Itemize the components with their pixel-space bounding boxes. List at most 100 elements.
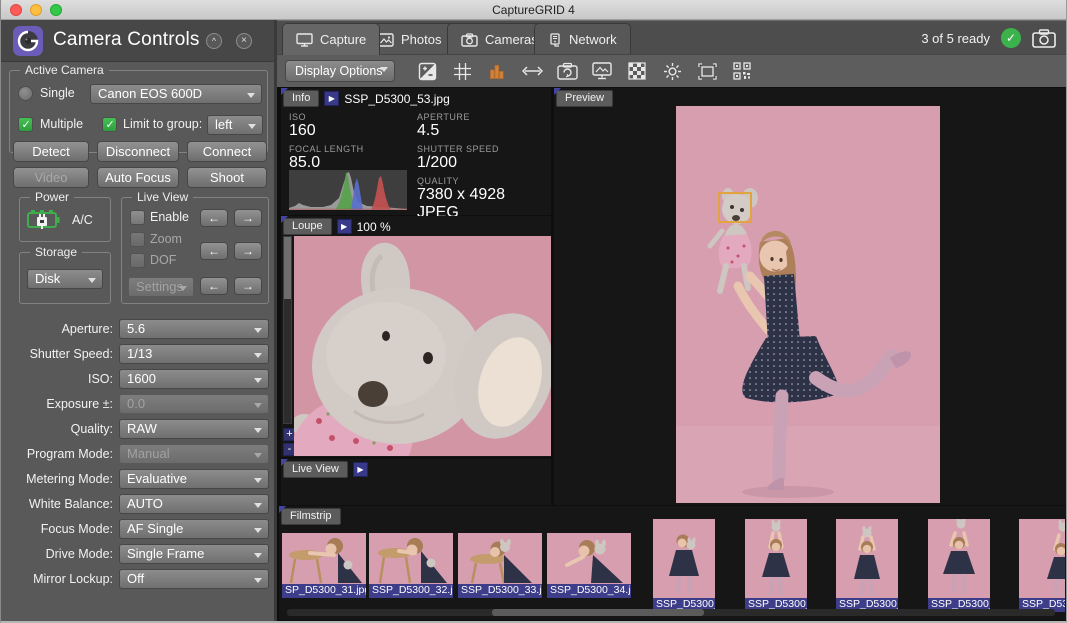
loupe-play-icon[interactable]: ▶ bbox=[337, 219, 352, 234]
mirror-lockup-label: Mirror Lockup: bbox=[1, 569, 113, 590]
network-icon bbox=[548, 33, 562, 47]
filmstrip-horizontal-scrollbar[interactable] bbox=[287, 609, 1055, 616]
tab-network[interactable]: Network bbox=[534, 23, 631, 55]
preview-panel: Preview bbox=[554, 88, 1066, 505]
camera-shoot-icon bbox=[1032, 29, 1056, 48]
focus-near-button[interactable]: ← bbox=[200, 242, 228, 260]
filmstrip-panel-tag[interactable]: Filmstrip bbox=[281, 508, 341, 525]
checkerboard-icon[interactable] bbox=[626, 60, 648, 82]
live-view-settings-button[interactable]: Settings bbox=[128, 277, 194, 297]
exposure-warning-icon[interactable] bbox=[416, 60, 438, 82]
info-panel-tag[interactable]: Info bbox=[283, 90, 319, 107]
program-mode-select[interactable]: Manual bbox=[119, 444, 269, 464]
crop-frame-icon[interactable] bbox=[696, 60, 718, 82]
info-play-icon[interactable]: ▶ bbox=[324, 91, 339, 106]
quality-field-label: QUALITY bbox=[417, 176, 505, 186]
capturegrid-logo-icon bbox=[13, 26, 43, 56]
filmstrip-thumbnail[interactable]: SSP_D5300_34.jpg bbox=[547, 533, 631, 598]
monitor-icon bbox=[296, 33, 313, 47]
live-view-group-label: Live View bbox=[132, 190, 193, 204]
minimize-window-button[interactable] bbox=[30, 4, 42, 16]
iso-select[interactable]: 1600 bbox=[119, 369, 269, 389]
panel-close-icon[interactable]: × bbox=[236, 33, 252, 49]
camera-select[interactable]: Canon EOS 600D bbox=[90, 84, 262, 104]
tab-network-label: Network bbox=[569, 32, 617, 47]
auto-focus-button[interactable]: Auto Focus bbox=[97, 167, 179, 188]
titlebar: CaptureGRID 4 bbox=[1, 0, 1066, 20]
drive-mode-select[interactable]: Single Frame bbox=[119, 544, 269, 564]
step-next-button[interactable]: → bbox=[234, 277, 262, 295]
multiple-checkbox[interactable] bbox=[18, 117, 33, 132]
preview-screen-icon[interactable] bbox=[591, 60, 613, 82]
loupe-zoom-level: 100 % bbox=[357, 220, 391, 234]
preview-image[interactable] bbox=[676, 106, 940, 503]
zoom-window-button[interactable] bbox=[50, 4, 62, 16]
thumbnail-filename: SP_D5300_31.jpg bbox=[282, 584, 366, 598]
tab-capture-label: Capture bbox=[320, 32, 366, 47]
filmstrip-thumbnail[interactable]: SSP_D5300_3 bbox=[928, 519, 990, 612]
live-view-prev-button[interactable]: ← bbox=[200, 209, 228, 227]
white-balance-select[interactable]: AUTO bbox=[119, 494, 269, 514]
display-options-button[interactable]: Display Options bbox=[285, 60, 395, 82]
filmstrip-thumbnail[interactable]: SSP_D5300_3 bbox=[836, 519, 898, 612]
focus-far-button[interactable]: → bbox=[234, 242, 262, 260]
exposure-select[interactable]: 0.0 bbox=[119, 394, 269, 414]
display-toolbar: Display Options bbox=[277, 54, 1066, 87]
traffic-lights bbox=[10, 4, 62, 16]
detect-button[interactable]: Detect bbox=[13, 141, 89, 162]
step-prev-button[interactable]: ← bbox=[200, 277, 228, 295]
live-view-panel-tag[interactable]: Live View bbox=[283, 461, 348, 478]
brightness-icon[interactable] bbox=[661, 60, 683, 82]
metering-mode-select[interactable]: Evaluative bbox=[119, 469, 269, 489]
filmstrip-panel: Filmstrip SP_D5300_31.jpg SSP_D5300_32.j… bbox=[279, 506, 1066, 620]
camera-rotate-icon[interactable] bbox=[556, 60, 578, 82]
live-view-group: Live View Enable Zoom DOF Settings ← → ←… bbox=[121, 197, 269, 304]
group-select[interactable]: left bbox=[207, 115, 263, 135]
info-filename: SSP_D5300_53.jpg bbox=[344, 92, 449, 106]
loupe-panel-tag[interactable]: Loupe bbox=[283, 218, 332, 235]
aperture-select[interactable]: 5.6 bbox=[119, 319, 269, 339]
filmstrip-thumbnail[interactable]: SP_D5300_31.jpg bbox=[282, 533, 366, 598]
qr-code-icon[interactable] bbox=[731, 60, 753, 82]
filmstrip-thumbnail[interactable]: SSP_D5300_3 bbox=[745, 519, 807, 612]
histogram-toggle-icon[interactable] bbox=[486, 60, 508, 82]
connect-button[interactable]: Connect bbox=[187, 141, 267, 162]
quality-select[interactable]: RAW bbox=[119, 419, 269, 439]
storage-select[interactable]: Disk bbox=[27, 269, 103, 289]
filmstrip-thumbnail[interactable]: SSP_D5300_33.jpg bbox=[458, 533, 542, 598]
filmstrip-thumbnail[interactable]: SSP_D5300_32.jpg bbox=[369, 533, 453, 598]
exposure-label: Exposure ±: bbox=[1, 394, 113, 415]
live-view-enable-checkbox[interactable] bbox=[130, 210, 145, 225]
shutter-speed-label: Shutter Speed: bbox=[1, 344, 113, 365]
shoot-all-button[interactable] bbox=[1032, 29, 1056, 48]
live-view-next-button[interactable]: → bbox=[234, 209, 262, 227]
preview-panel-tag[interactable]: Preview bbox=[556, 90, 613, 107]
mirror-lockup-select[interactable]: Off bbox=[119, 569, 269, 589]
shoot-button[interactable]: Shoot bbox=[187, 167, 267, 188]
live-view-dof-checkbox[interactable] bbox=[130, 253, 145, 268]
tab-capture[interactable]: Capture bbox=[282, 23, 380, 55]
filmstrip-thumbnail[interactable]: SSP_D5300_3 bbox=[653, 519, 715, 612]
fit-width-icon[interactable] bbox=[521, 60, 543, 82]
loupe-vertical-scrollbar[interactable] bbox=[283, 236, 292, 424]
close-window-button[interactable] bbox=[10, 4, 22, 16]
shutter-speed-select[interactable]: 1/13 bbox=[119, 344, 269, 364]
window-title: CaptureGRID 4 bbox=[1, 0, 1066, 20]
limit-to-group-checkbox[interactable] bbox=[102, 117, 117, 132]
live-view-play-icon[interactable]: ▶ bbox=[353, 462, 368, 477]
tab-photos-label: Photos bbox=[401, 32, 441, 47]
focus-mode-select[interactable]: AF Single bbox=[119, 519, 269, 539]
filmstrip-thumbnail[interactable]: SSP_D53 bbox=[1019, 519, 1065, 612]
loupe-image[interactable] bbox=[294, 236, 551, 456]
app-window: CaptureGRID 4 Camera Controls ^ × bbox=[0, 0, 1067, 623]
power-mode-label: A/C bbox=[72, 213, 93, 227]
live-view-zoom-label: Zoom bbox=[150, 232, 182, 246]
single-radio[interactable] bbox=[18, 86, 33, 101]
panel-collapse-icon[interactable]: ^ bbox=[206, 33, 222, 49]
disconnect-button[interactable]: Disconnect bbox=[97, 141, 179, 162]
rgb-histogram bbox=[289, 170, 407, 210]
live-view-zoom-checkbox[interactable] bbox=[130, 232, 145, 247]
video-button[interactable]: Video bbox=[13, 167, 89, 188]
battery-ac-icon bbox=[27, 209, 61, 236]
grid-overlay-icon[interactable] bbox=[451, 60, 473, 82]
